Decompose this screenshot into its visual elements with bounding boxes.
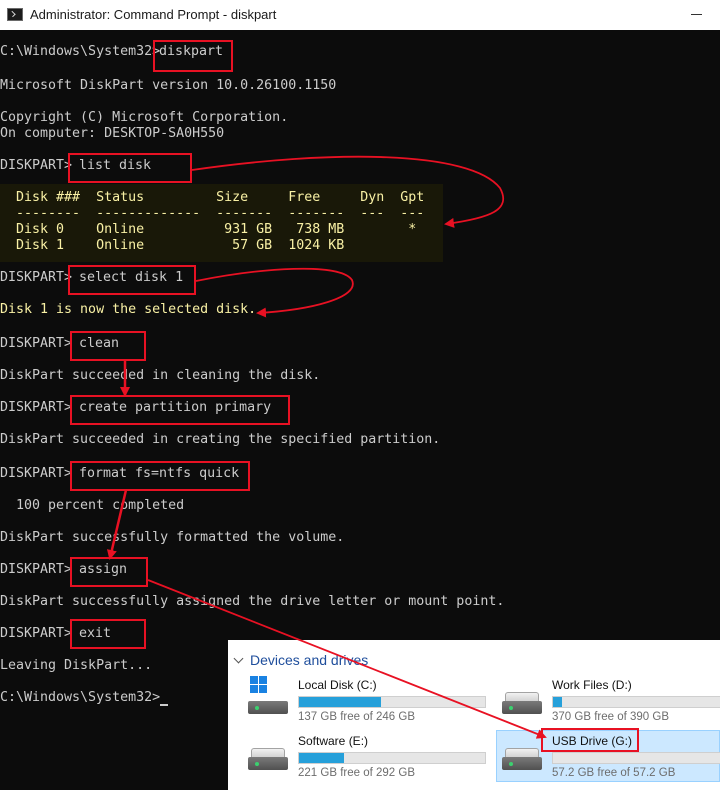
drive-item-c[interactable]: Local Disk (C:) 137 GB free of 246 GB [228,674,486,726]
usb-drive-icon [502,748,542,772]
windows-drive-icon [248,676,288,716]
drive-free-space: 57.2 GB free of 57.2 GB [552,767,676,779]
disk-table-divider: -------- ------------- ------- ------- -… [0,206,425,221]
clean-result: DiskPart succeeded in cleaning the disk. [0,368,321,383]
chevron-down-icon[interactable] [233,653,244,664]
drive-usage-bar [552,696,720,708]
drive-name: Work Files (D:) [552,678,632,692]
drive-free-space: 370 GB free of 390 GB [552,711,669,723]
diskpart-prompt: DISKPART> [0,270,73,285]
section-title[interactable]: Devices and drives [250,652,368,668]
highlight-box-create-partition [70,395,290,425]
exit-result: Leaving DiskPart... [0,658,153,673]
disk-table-header: Disk ### Status Size Free Dyn Gpt [0,190,425,205]
drive-name: Software (E:) [298,734,369,748]
drive-free-space: 221 GB free of 292 GB [298,767,415,779]
diskpart-prompt: DISKPART> [0,466,73,481]
copyright-line: Copyright (C) Microsoft Corporation. [0,110,289,125]
highlight-box-assign [70,557,148,587]
highlight-box-select-disk [68,265,196,295]
drive-usage-bar [298,696,486,708]
diskpart-prompt: DISKPART> [0,400,73,415]
disk-table-row: Disk 1 Online 57 GB 1024 KB [0,238,345,253]
version-line: Microsoft DiskPart version 10.0.26100.11… [0,78,337,93]
hard-drive-icon [502,692,542,716]
drive-usage-bar [298,752,486,764]
cmd-icon [7,8,23,21]
prompt-path: C:\Windows\System32> [0,44,161,59]
diskpart-prompt: DISKPART> [0,158,73,173]
format-result: DiskPart successfully formatted the volu… [0,530,345,545]
diskpart-prompt: DISKPART> [0,336,73,351]
hard-drive-icon [248,748,288,772]
highlight-box-format [70,461,250,491]
drive-name: Local Disk (C:) [298,678,377,692]
drive-item-d[interactable]: Work Files (D:) 370 GB free of 390 GB [482,674,720,726]
title-bar: Administrator: Command Prompt - diskpart [0,0,720,31]
disk-table-row: Disk 0 Online 931 GB 738 MB * [0,222,417,237]
highlight-box-exit [70,619,146,649]
drive-free-space: 137 GB free of 246 GB [298,711,415,723]
highlight-box-clean [70,331,146,361]
highlight-box-usb-drive [541,728,639,752]
final-prompt: C:\Windows\System32> [0,690,161,705]
text-cursor [160,704,168,706]
drive-item-e[interactable]: Software (E:) 221 GB free of 292 GB [228,730,486,782]
minimize-button[interactable] [674,0,720,30]
assign-result: DiskPart successfully assigned the drive… [0,594,505,609]
window-title: Administrator: Command Prompt - diskpart [30,7,277,22]
diskpart-prompt: DISKPART> [0,626,73,641]
highlight-box-diskpart [153,40,233,72]
drive-usage-bar [552,752,720,764]
select-result: Disk 1 is now the selected disk. [0,302,257,317]
explorer-drives-panel: Devices and drives Local Disk (C:) 137 G… [228,640,720,790]
computer-line: On computer: DESKTOP-SA0H550 [0,126,225,141]
diskpart-prompt: DISKPART> [0,562,73,577]
format-progress: 100 percent completed [0,498,185,513]
create-result: DiskPart succeeded in creating the speci… [0,432,441,447]
highlight-box-list-disk [68,153,192,183]
